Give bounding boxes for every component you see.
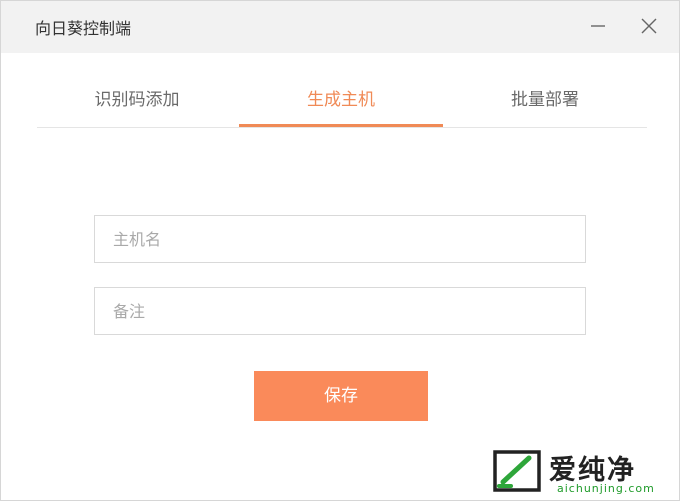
minimize-button[interactable] [583, 11, 613, 41]
host-name-input[interactable] [94, 215, 586, 263]
tab-generate-host[interactable]: 生成主机 [239, 85, 443, 126]
title-bar: 向日葵控制端 [1, 1, 679, 53]
tab-id-add[interactable]: 识别码添加 [37, 85, 237, 126]
tab-bar: 识别码添加 生成主机 批量部署 [37, 85, 647, 128]
app-window: 向日葵控制端 识别码添加 生成主机 批量部署 保存 爱纯净 aichunjing… [0, 0, 680, 501]
minimize-icon [591, 25, 605, 27]
window-title: 向日葵控制端 [35, 19, 132, 38]
watermark-url: aichunjing.com [557, 482, 655, 495]
watermark-logo-icon [493, 450, 541, 492]
close-button[interactable] [634, 11, 664, 41]
note-input[interactable] [94, 287, 586, 335]
tab-batch-deploy[interactable]: 批量部署 [443, 85, 647, 126]
active-tab-indicator [239, 124, 443, 127]
save-button[interactable]: 保存 [254, 371, 428, 421]
watermark: 爱纯净 aichunjing.com [489, 446, 675, 498]
close-icon [641, 18, 657, 34]
